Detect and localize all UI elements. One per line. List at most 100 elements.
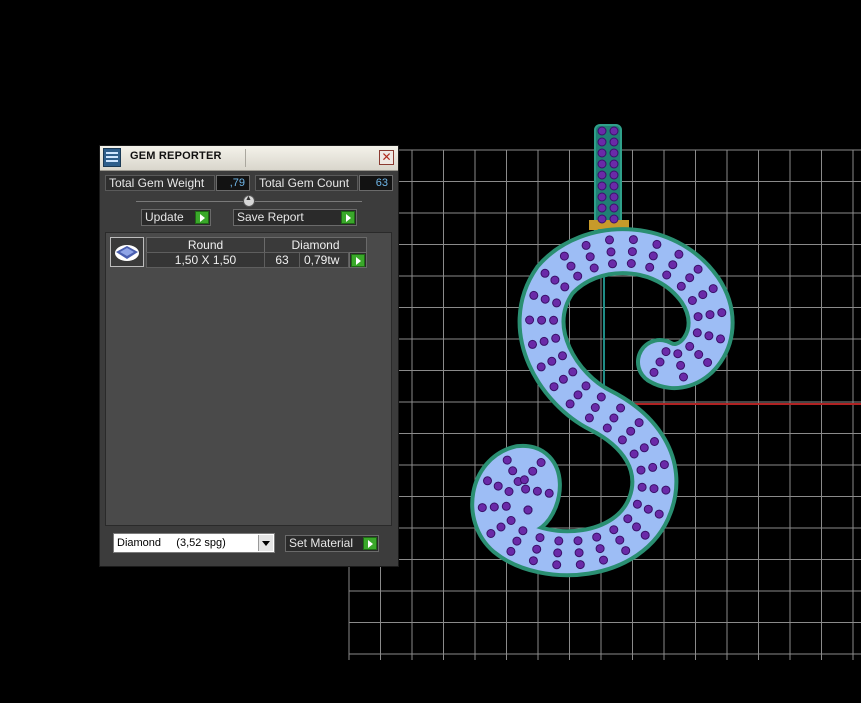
gem-stone xyxy=(547,356,557,366)
gem-stone xyxy=(537,315,547,325)
gem-stone xyxy=(565,399,575,409)
gem-stone xyxy=(559,251,569,261)
gem-count-cell: 63 xyxy=(264,252,300,268)
close-button[interactable]: ✕ xyxy=(379,150,394,165)
gem-stone xyxy=(568,367,578,377)
gem-stone xyxy=(650,437,659,446)
gem-stone xyxy=(549,315,559,325)
gem-stone xyxy=(585,252,595,262)
gem-stone xyxy=(634,418,644,428)
material-select[interactable]: Diamond (3,52 spg) xyxy=(113,533,275,553)
gem-stone xyxy=(698,290,708,300)
gem-stone xyxy=(551,333,561,343)
gem-stone xyxy=(717,308,727,318)
gem-stone xyxy=(528,556,538,566)
gem-stone xyxy=(609,137,619,147)
set-material-button[interactable]: Set Material xyxy=(285,535,379,552)
gem-size-cell: 1,50 X 1,50 xyxy=(146,252,265,268)
gem-stone xyxy=(540,268,550,278)
gem-stone xyxy=(605,235,614,245)
gem-stone xyxy=(623,514,633,524)
gem-stone xyxy=(676,281,686,291)
gem-stone xyxy=(525,315,535,325)
gem-stone xyxy=(687,296,697,305)
gem-stone xyxy=(609,203,619,213)
gem-stone xyxy=(609,170,619,180)
gem-stone xyxy=(649,367,659,377)
round-gem-icon[interactable] xyxy=(110,237,144,267)
gem-stone xyxy=(596,392,606,402)
gem-stone xyxy=(645,262,655,272)
gem-stone xyxy=(661,347,671,357)
gem-stone xyxy=(549,382,559,392)
chevron-down-icon[interactable] xyxy=(258,535,273,551)
gem-stone xyxy=(521,484,531,494)
gem-stone xyxy=(532,544,542,554)
gem-stone xyxy=(704,331,714,341)
gem-stone xyxy=(597,203,607,213)
gem-stone xyxy=(637,482,647,492)
gem-stone xyxy=(489,502,499,512)
gem-stone xyxy=(573,390,583,400)
gem-stone xyxy=(539,336,549,346)
gem-stone xyxy=(552,298,562,308)
gem-reporter-icon xyxy=(103,148,121,167)
gem-stone xyxy=(708,284,718,294)
gem-stone xyxy=(558,351,567,361)
gem-stone xyxy=(483,476,492,486)
gem-stone xyxy=(523,505,533,515)
gem-stone xyxy=(597,137,607,147)
gem-stone xyxy=(615,535,625,545)
gem-stone xyxy=(566,261,576,271)
total-gem-count-value: 63 xyxy=(359,175,393,191)
total-gem-weight-value: ,79 xyxy=(216,175,250,191)
gem-stone xyxy=(616,403,626,413)
gem-stone xyxy=(550,275,560,285)
gem-stone xyxy=(584,413,594,423)
gem-stone xyxy=(621,546,631,556)
gem-stone xyxy=(493,481,503,491)
gem-stone xyxy=(575,560,585,570)
play-arrow-icon xyxy=(195,211,209,224)
slider-handle[interactable] xyxy=(243,195,255,207)
gem-stone xyxy=(693,264,703,274)
gem-stone xyxy=(597,170,607,180)
total-gem-weight-label: Total Gem Weight xyxy=(105,175,215,191)
gem-stone xyxy=(477,503,487,513)
gem-stone xyxy=(692,328,702,338)
save-report-button[interactable]: Save Report xyxy=(233,209,357,226)
gem-stone xyxy=(560,282,570,292)
title-separator xyxy=(245,149,246,167)
gem-stone xyxy=(617,435,627,445)
gem-stone xyxy=(519,475,529,485)
gem-stone xyxy=(608,259,617,269)
gem-stone xyxy=(639,443,649,453)
gem-stone xyxy=(609,181,619,191)
gem-stone xyxy=(654,509,664,519)
gem-stone xyxy=(661,485,671,495)
update-button[interactable]: Update xyxy=(141,209,211,226)
gem-stone xyxy=(626,426,636,436)
gem-stone xyxy=(581,381,591,391)
play-arrow-icon xyxy=(351,254,365,267)
gem-stone xyxy=(553,548,563,558)
gem-stone xyxy=(581,240,591,250)
gem-stone xyxy=(673,349,683,359)
gem-stone xyxy=(504,487,514,496)
gem-stone xyxy=(558,374,568,384)
gem-weight-cell: 0,79tw xyxy=(299,252,349,268)
total-gem-count-label: Total Gem Count xyxy=(255,175,358,191)
gem-stone xyxy=(506,516,516,525)
gem-stone xyxy=(679,372,688,382)
gem-stone xyxy=(597,192,607,202)
gem-row-action-button[interactable] xyxy=(349,252,367,268)
gem-stone xyxy=(609,148,619,158)
panel-titlebar[interactable]: GEM REPORTER ✕ xyxy=(100,146,398,171)
gem-stone xyxy=(528,466,538,476)
gem-stone xyxy=(589,263,599,273)
gem-stone xyxy=(597,181,607,191)
gem-stone xyxy=(609,214,619,224)
gem-stone xyxy=(597,214,607,224)
gem-stone xyxy=(597,159,607,169)
gem-stone xyxy=(597,126,607,136)
